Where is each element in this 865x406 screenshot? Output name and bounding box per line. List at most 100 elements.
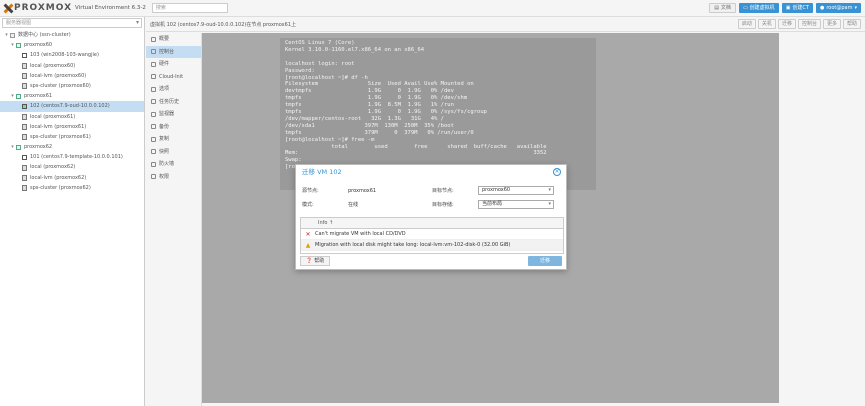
- target-storage-select[interactable]: 当前布局: [478, 200, 554, 209]
- header-button[interactable]: 关机: [757, 19, 776, 29]
- console-line: localhost login: root: [285, 60, 355, 67]
- book-icon: ▤: [714, 5, 719, 11]
- expand-caret-icon[interactable]: ▾: [4, 30, 9, 40]
- header-button[interactable]: 更多: [822, 19, 841, 29]
- tree-item[interactable]: 103 (win2008-103-wangjie): [0, 50, 144, 60]
- help-button[interactable]: ❓ 帮助: [300, 256, 331, 266]
- subnav-item[interactable]: 备份: [146, 121, 201, 134]
- tree-item[interactable]: local-lvm (proxmox61): [0, 122, 144, 132]
- question-icon: ❓: [306, 258, 313, 264]
- create-ct-button[interactable]: ▣ 创建CT: [781, 3, 813, 13]
- subnav-item[interactable]: 防火墙: [146, 158, 201, 171]
- tree-item[interactable]: local (proxmox62): [0, 162, 144, 172]
- datacenter-icon: [10, 32, 15, 38]
- grid-header[interactable]: Info ↑: [301, 218, 563, 229]
- nav-icon: [151, 99, 156, 105]
- node-icon: [16, 93, 21, 99]
- migrate-dialog: 迁移 VM 102 × 源节点: proxmox61 模式: 在线 目标节点: …: [295, 164, 567, 270]
- target-node-row: 目标节点: proxmox60: [432, 186, 554, 195]
- tree-item[interactable]: sps-cluster (proxmox61): [0, 132, 144, 142]
- console-line: Mem: 3352: [285, 150, 547, 157]
- nav-icon: [151, 149, 156, 155]
- console-line: /dev/sda1 397M 130M 250M 35% /boot: [285, 122, 454, 129]
- console-line: Kernel 3.10.0-1160.el7.x86_64 on an x86_…: [285, 46, 425, 53]
- subnav-item[interactable]: 硬件: [146, 58, 201, 71]
- subnav-item[interactable]: 概要: [146, 33, 201, 46]
- console-line: tmpfs 1.9G 0 1.9G 0% /dev/shm: [285, 95, 468, 102]
- storage-icon: [22, 72, 27, 79]
- user-icon: ●: [819, 5, 825, 11]
- header-button[interactable]: 控制台: [797, 19, 821, 29]
- subnav-item[interactable]: Cloud-Init: [146, 71, 201, 84]
- mode-label: 模式:: [302, 202, 314, 208]
- header-button[interactable]: 迁移: [777, 19, 796, 29]
- header-button[interactable]: 启动: [737, 19, 756, 29]
- create-vm-button[interactable]: ▭ 创建虚拟机: [738, 3, 779, 13]
- top-bar: PROXMOX Virtual Environment 6.3-2 搜索 ▤ 文档…: [0, 0, 865, 17]
- subnav-label: 控制台: [159, 48, 175, 55]
- subnav-item[interactable]: 选项: [146, 83, 201, 96]
- docs-button[interactable]: ▤ 文档: [709, 3, 736, 13]
- nav-icon: [151, 136, 156, 142]
- subnav-label: 复制: [159, 136, 170, 142]
- tree-item-label: local (proxmox61): [30, 113, 76, 120]
- user-label: root@pam: [826, 5, 853, 11]
- storage-icon: [22, 174, 27, 181]
- subnav-item[interactable]: 复制: [146, 133, 201, 146]
- error-icon: ✕: [305, 230, 311, 238]
- proxmox-logo: PROXMOX Virtual Environment 6.3-2: [4, 3, 146, 13]
- tree-item-label: local-lvm (proxmox61): [30, 123, 87, 130]
- console-line: tmpfs 379M 0 379M 0% /run/user/0: [285, 129, 474, 136]
- tree-item[interactable]: local (proxmox61): [0, 112, 144, 122]
- tree-item[interactable]: local-lvm (proxmox62): [0, 173, 144, 183]
- nav-icon: [151, 124, 156, 130]
- search-input[interactable]: 搜索: [151, 3, 228, 13]
- close-icon[interactable]: ×: [553, 168, 561, 176]
- subnav-label: 任务历史: [159, 98, 180, 105]
- tree-item[interactable]: 101 (centos7.9-template-10.0.0.101): [0, 152, 144, 162]
- subnav-item[interactable]: 权限: [146, 171, 201, 184]
- user-menu-button[interactable]: ● root@pam ▾: [815, 3, 861, 13]
- expand-caret-icon[interactable]: ▾: [10, 142, 15, 152]
- console-line: [root@localhost ~]# df -h: [285, 74, 368, 81]
- dialog-title: 迁移 VM 102: [302, 168, 342, 176]
- tree-item[interactable]: ▾ proxmox62: [0, 142, 144, 152]
- subnav-item[interactable]: 任务历史: [146, 96, 201, 109]
- expand-caret-icon[interactable]: ▾: [10, 40, 15, 50]
- subnav-label: 防火墙: [159, 161, 175, 167]
- storage-icon: [22, 133, 27, 140]
- tree-item[interactable]: sps-cluster (proxmox62): [0, 183, 144, 193]
- migrate-button[interactable]: 迁移: [528, 256, 562, 266]
- console-line: devtmpfs 1.9G 0 1.9G 0% /dev: [285, 88, 454, 95]
- subnav-label: 快照: [159, 148, 170, 155]
- view-selector[interactable]: 服务器视图: [2, 18, 142, 28]
- tree-item-label: local-lvm (proxmox60): [30, 72, 87, 79]
- header-button[interactable]: 帮助: [842, 19, 861, 29]
- version-label: Virtual Environment 6.3-2: [75, 5, 146, 11]
- tree-item-label: 数据中心 (ssn-cluster): [18, 32, 71, 38]
- nav-icon: [151, 161, 156, 167]
- target-node-select[interactable]: proxmox60: [478, 186, 554, 195]
- tree-item[interactable]: ▾ 数据中心 (ssn-cluster): [0, 30, 144, 40]
- tree-item[interactable]: ▾ proxmox61: [0, 91, 144, 101]
- nav-icon: [151, 86, 156, 92]
- tree-item[interactable]: sps-cluster (proxmox60): [0, 81, 144, 91]
- vm-icon: [22, 154, 27, 160]
- help-label: 帮助: [314, 258, 325, 264]
- nav-icon: [151, 111, 156, 117]
- monitor-icon: ▭: [742, 5, 748, 11]
- content-header: 虚拟机 102 (centos7.9-oud-10.0.0.102)在节点 pr…: [146, 17, 865, 32]
- chevron-down-icon: ▾: [854, 5, 857, 11]
- storage-icon: [22, 164, 27, 171]
- tree-item[interactable]: ▾ proxmox60: [0, 40, 144, 50]
- subnav-item[interactable]: 快照: [146, 146, 201, 159]
- vm-icon: [22, 52, 27, 58]
- tree-item[interactable]: local-lvm (proxmox60): [0, 71, 144, 81]
- info-row: ▲ Migration with local disk might take lo…: [301, 240, 563, 251]
- expand-caret-icon[interactable]: ▾: [10, 91, 15, 101]
- tree-item[interactable]: local (proxmox60): [0, 61, 144, 71]
- subnav-item[interactable]: 控制台: [146, 45, 201, 58]
- vm-subnav: 概要控制台硬件 Cloud-Init 选项任务历史监视器 备份复制快照防火墙权限: [146, 33, 202, 406]
- tree-item[interactable]: 102 (centos7.9-oud-10.0.0.102): [0, 101, 144, 112]
- subnav-item[interactable]: 监视器: [146, 108, 201, 121]
